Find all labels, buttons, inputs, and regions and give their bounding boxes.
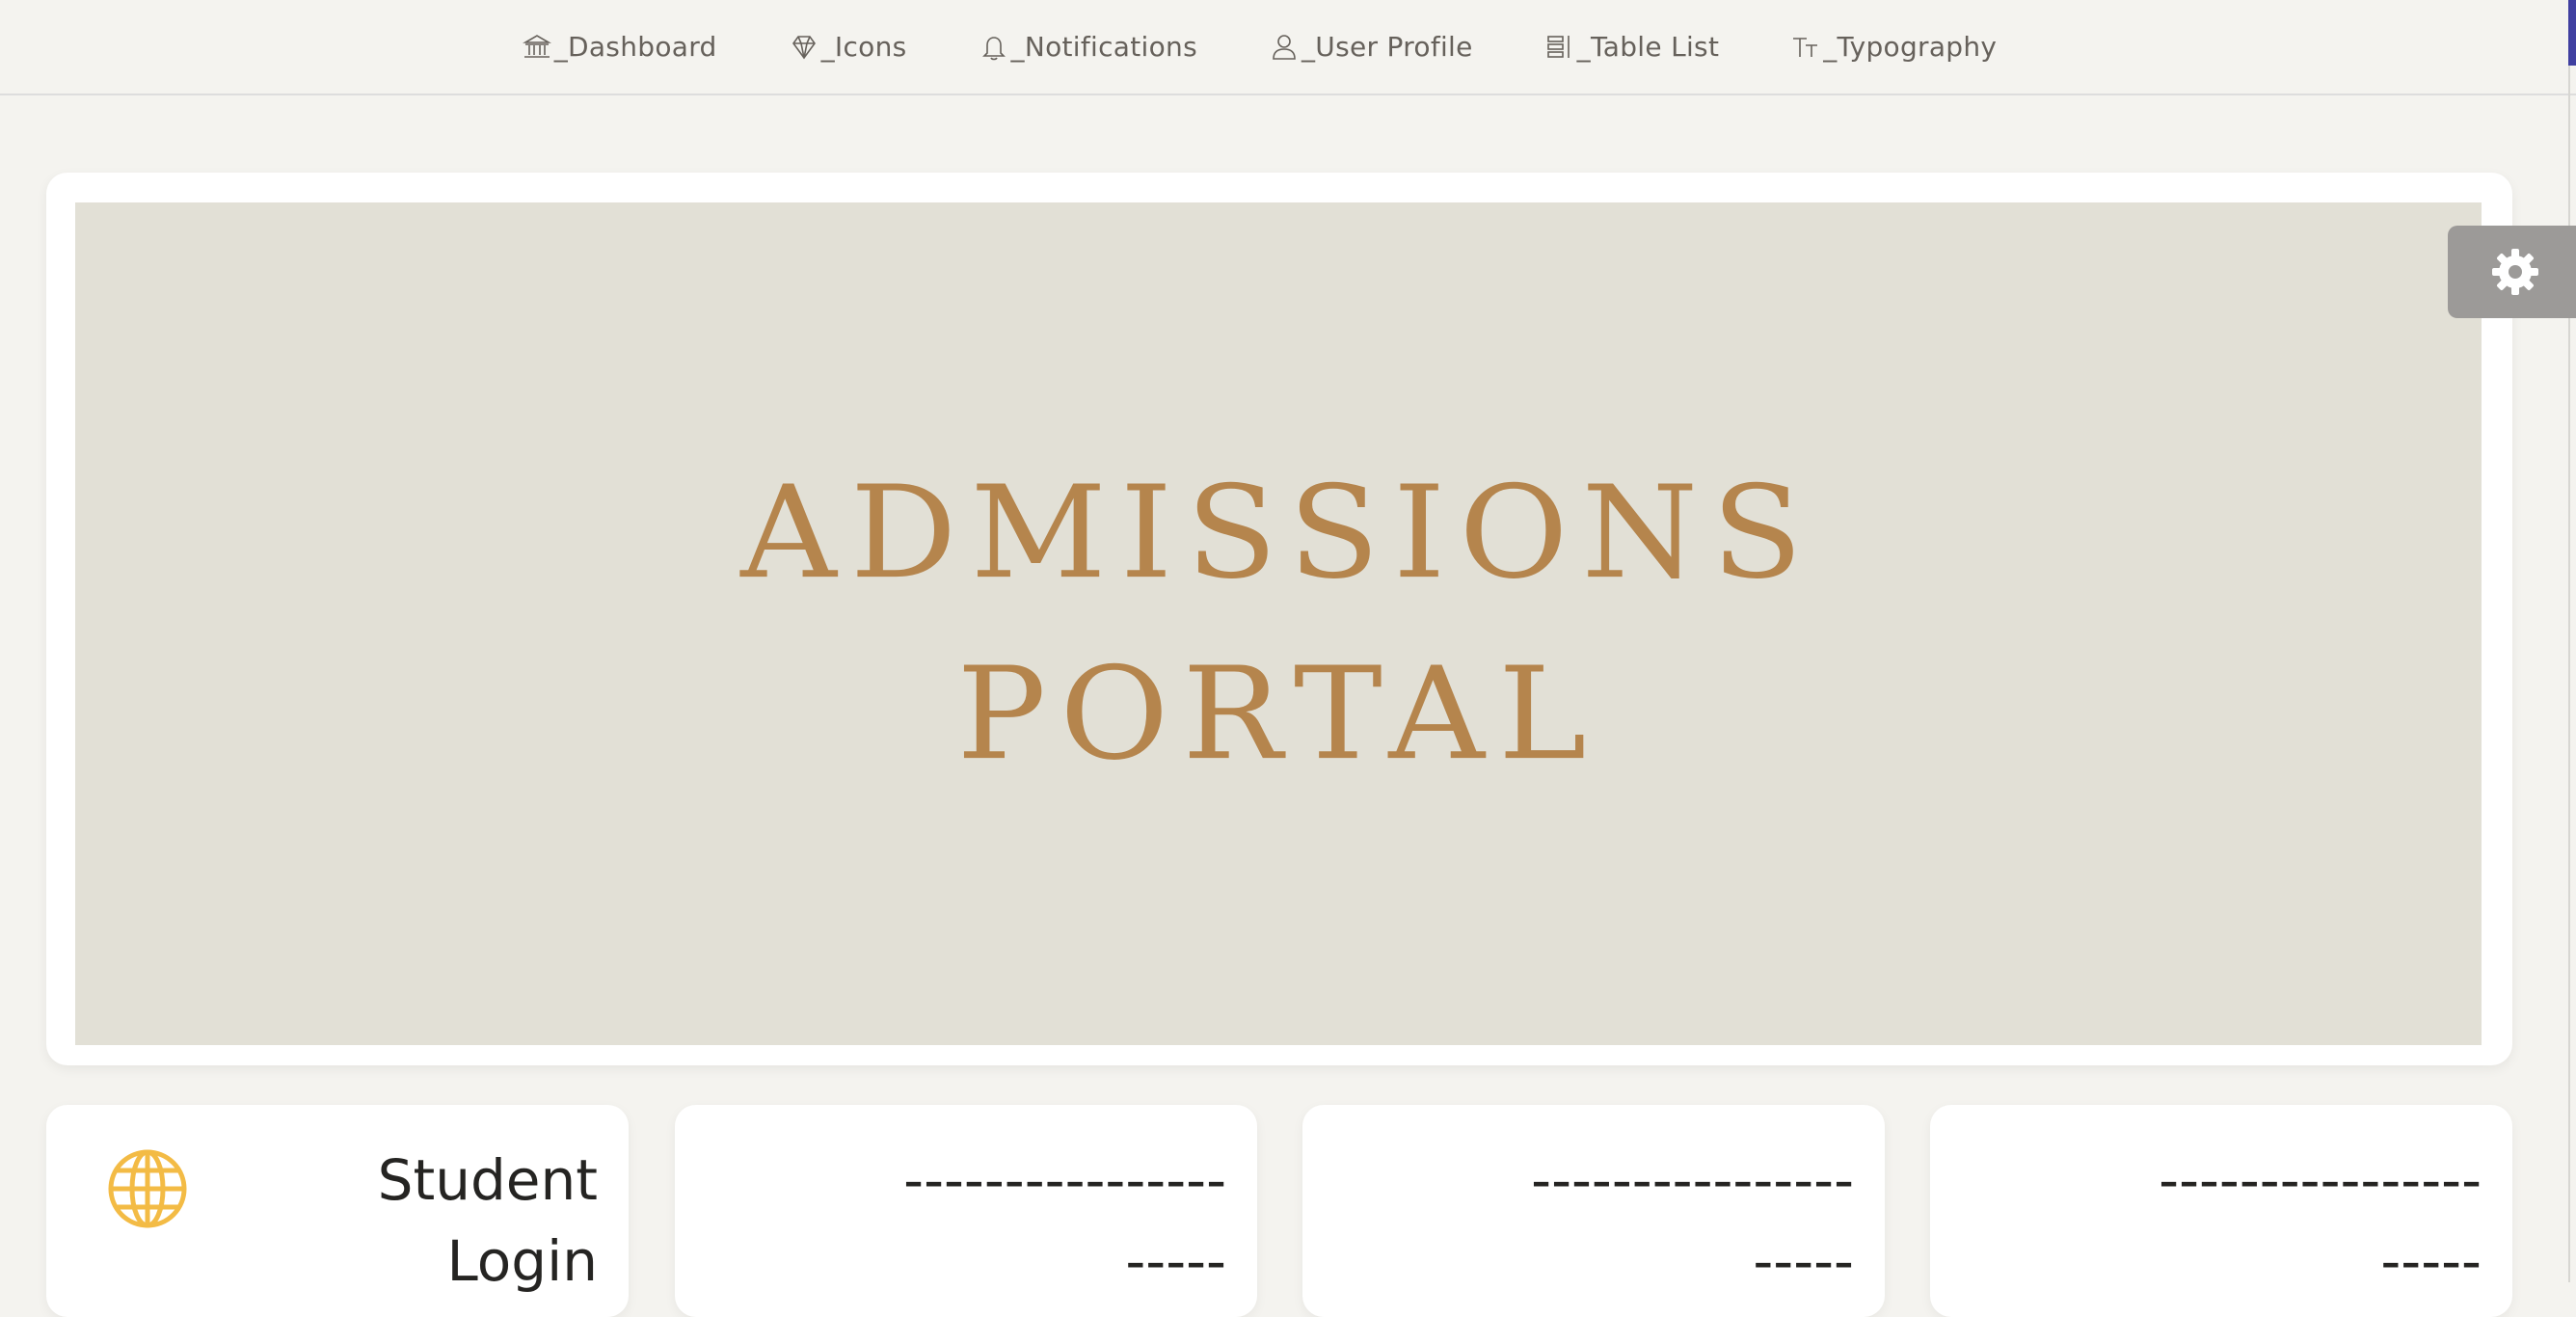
- nav-item-icons[interactable]: _Icons: [789, 31, 907, 63]
- card-line2: Login: [446, 1228, 598, 1294]
- stat-card-text: ---------------- -----: [2159, 1140, 2482, 1302]
- card-line1: ----------------: [2159, 1147, 2482, 1213]
- gear-icon: [2491, 249, 2538, 295]
- diamond-icon: [792, 35, 816, 59]
- hero-title-line1: ADMISSIONS: [740, 458, 1816, 607]
- nav-label-icons: _Icons: [820, 31, 907, 63]
- stat-card-4: ---------------- -----: [1930, 1105, 2512, 1317]
- card-line1: ----------------: [903, 1147, 1226, 1213]
- card-line2: -----: [1753, 1228, 1854, 1294]
- hero-card: ADMISSIONS PORTAL: [46, 173, 2512, 1065]
- stat-card-text: ---------------- -----: [1531, 1140, 1854, 1302]
- nav-label-dashboard: _Dashboard: [553, 31, 717, 63]
- student-login-card[interactable]: Student Login: [46, 1105, 629, 1317]
- hero-banner: ADMISSIONS PORTAL: [75, 202, 2482, 1045]
- nav-label-notifications: _Notifications: [1010, 31, 1197, 63]
- card-line2: -----: [1125, 1228, 1226, 1294]
- card-line2: -----: [2380, 1228, 2482, 1294]
- settings-toggle-button[interactable]: [2448, 226, 2576, 318]
- stat-card-text: ---------------- -----: [903, 1140, 1226, 1302]
- nav-label-user-profile: _User Profile: [1301, 31, 1473, 63]
- nav-label-typography: _Typography: [1823, 31, 1998, 63]
- stat-card-3: ---------------- -----: [1302, 1105, 1885, 1317]
- nav-item-dashboard[interactable]: _Dashboard: [522, 31, 717, 63]
- student-login-label: Student Login: [378, 1140, 598, 1302]
- bell-icon: [981, 36, 1006, 60]
- nav-label-table-list: _Table List: [1576, 31, 1720, 63]
- nav-item-typography[interactable]: _Typography: [1790, 31, 1997, 63]
- card-line1: ----------------: [1531, 1147, 1854, 1213]
- scrollbar-thumb[interactable]: [2568, 0, 2576, 66]
- bank-icon: [522, 34, 551, 58]
- text-size-icon: [1793, 37, 1818, 57]
- user-icon: [1273, 34, 1296, 60]
- hero-title-line2: PORTAL: [956, 639, 1600, 789]
- nav-item-notifications[interactable]: _Notifications: [979, 31, 1197, 63]
- table-list-icon: [1546, 35, 1570, 58]
- nav-item-table-list[interactable]: _Table List: [1544, 31, 1720, 63]
- stat-card-2: ---------------- -----: [675, 1105, 1257, 1317]
- scrollbar-track[interactable]: [2568, 0, 2570, 1282]
- top-navbar: _Dashboard _Icons _Notifications _User P…: [0, 0, 2576, 95]
- nav-item-user-profile[interactable]: _User Profile: [1269, 31, 1473, 63]
- globe-icon: [108, 1149, 187, 1228]
- card-line1: Student: [377, 1147, 598, 1213]
